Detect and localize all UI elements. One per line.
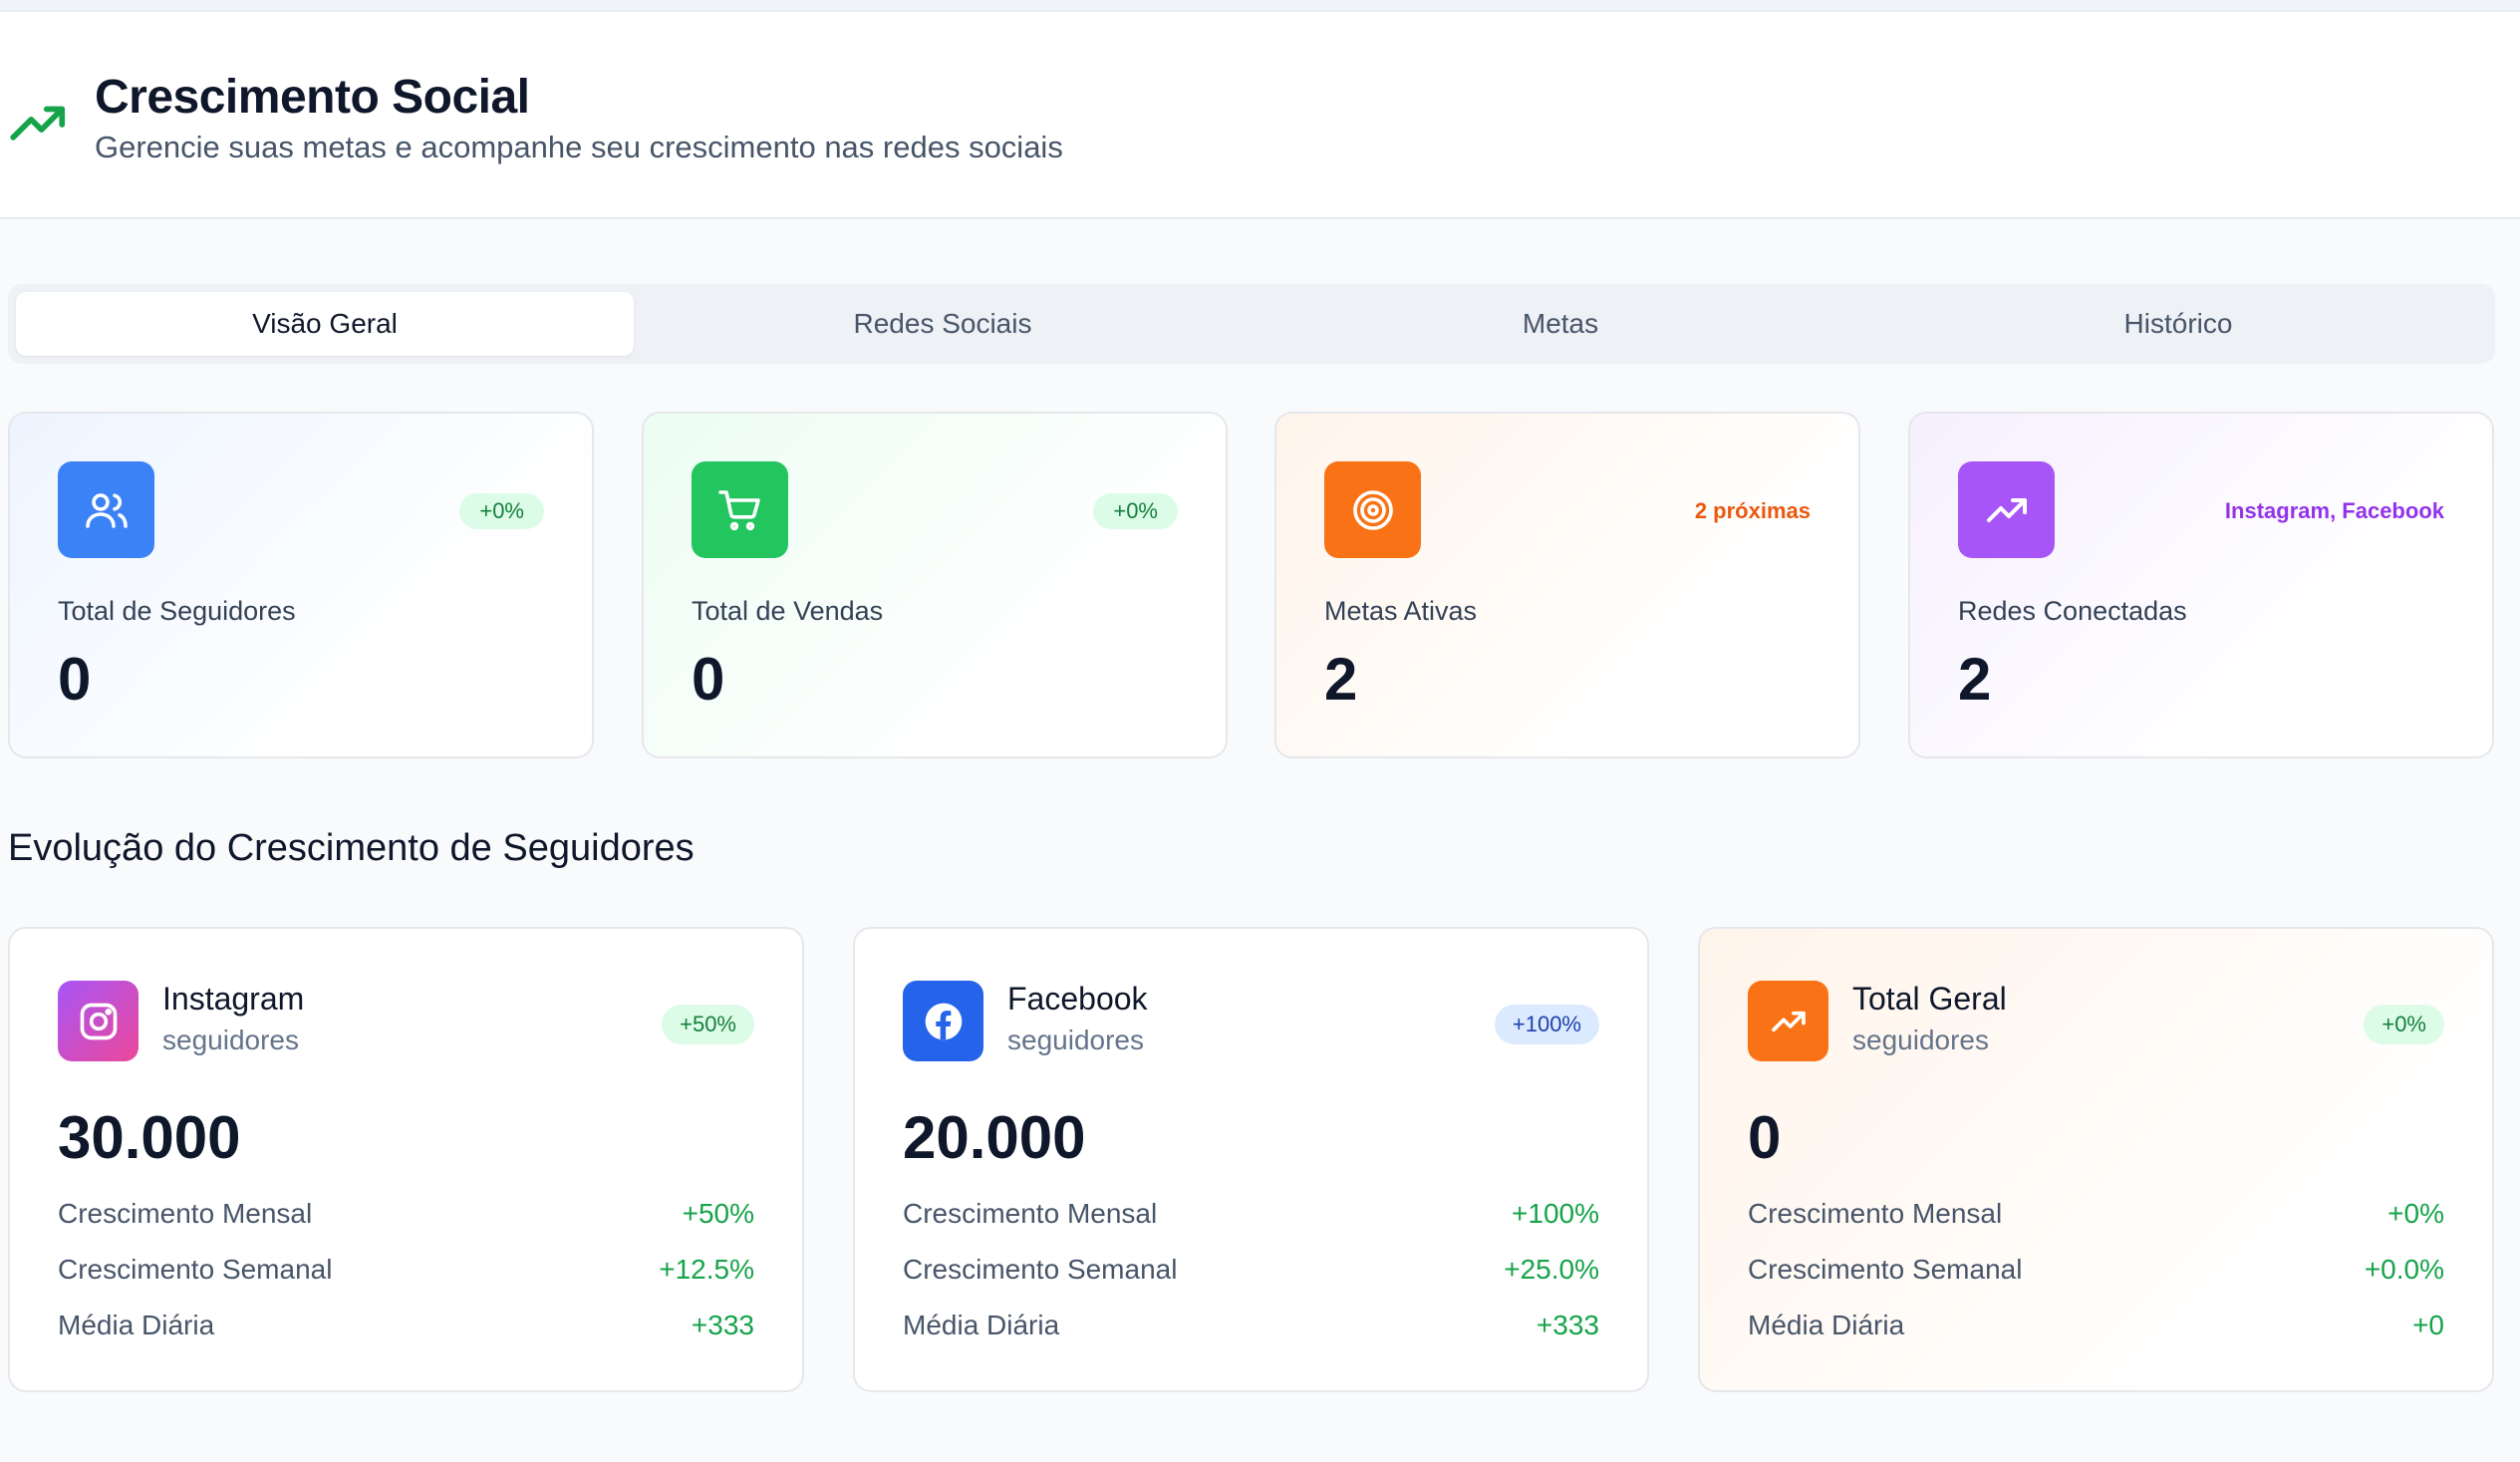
row-label: Crescimento Mensal <box>903 1198 1158 1229</box>
stat-card-goals: 2 próximas Metas Ativas 2 <box>1274 412 1860 758</box>
users-icon <box>85 492 128 528</box>
row-value: +12.5% <box>659 1254 754 1285</box>
network-card-total: Total Geral seguidores +0% 0 Crescimento… <box>1698 927 2494 1392</box>
network-change-badge: +0% <box>2364 1005 2444 1044</box>
followers-icon-box <box>58 461 154 558</box>
network-unit: seguidores <box>162 1024 299 1055</box>
networks-list-text: Instagram, Facebook <box>2224 498 2444 523</box>
cart-icon <box>717 489 760 530</box>
network-name: Instagram <box>162 981 305 1017</box>
total-logo <box>1748 981 1828 1061</box>
goals-icon-box <box>1324 461 1421 558</box>
row-label: Média Diária <box>1748 1310 1905 1340</box>
network-change-badge: +100% <box>1494 1005 1599 1044</box>
sales-icon-box <box>692 461 788 558</box>
sales-label: Total de Vendas <box>692 596 884 626</box>
page-header: Crescimento Social Gerencie suas metas e… <box>0 12 2520 219</box>
tab-bar: Visão Geral Redes Sociais Metas Históric… <box>8 284 2495 364</box>
monthly-growth-row: Crescimento Mensal +0% <box>1748 1198 2444 1230</box>
weekly-growth-row: Crescimento Semanal +0.0% <box>1748 1254 2444 1286</box>
network-followers-value: 0 <box>1748 1104 1782 1171</box>
followers-change-badge: +0% <box>459 493 544 529</box>
networks-icon-box <box>1958 461 2055 558</box>
stat-card-networks: Instagram, Facebook Redes Conectadas 2 <box>1908 412 2494 758</box>
networks-value: 2 <box>1958 646 1992 713</box>
monthly-growth-row: Crescimento Mensal +50% <box>58 1198 754 1230</box>
instagram-logo <box>58 981 139 1061</box>
section-title: Evolução do Crescimento de Seguidores <box>8 827 695 869</box>
daily-average-row: Média Diária +333 <box>903 1310 1599 1341</box>
stat-card-sales: +0% Total de Vendas 0 <box>642 412 1228 758</box>
row-value: +100% <box>1512 1198 1599 1229</box>
followers-value: 0 <box>58 646 92 713</box>
tab-visao-geral[interactable]: Visão Geral <box>16 292 634 356</box>
monthly-growth-row: Crescimento Mensal +100% <box>903 1198 1599 1230</box>
tab-historico[interactable]: Histórico <box>1869 292 2487 356</box>
network-card-facebook: Facebook seguidores +100% 20.000 Crescim… <box>853 927 1649 1392</box>
network-name: Facebook <box>1007 981 1148 1017</box>
row-label: Crescimento Semanal <box>58 1254 333 1285</box>
network-card-instagram: Instagram seguidores +50% 30.000 Crescim… <box>8 927 804 1392</box>
goals-value: 2 <box>1324 646 1358 713</box>
row-value: +0.0% <box>2364 1254 2444 1285</box>
sales-value: 0 <box>692 646 725 713</box>
row-value: +50% <box>682 1198 754 1229</box>
row-label: Média Diária <box>903 1310 1060 1340</box>
row-label: Crescimento Semanal <box>903 1254 1178 1285</box>
trending-up-icon <box>10 106 66 141</box>
row-label: Crescimento Semanal <box>1748 1254 2023 1285</box>
row-value: +333 <box>691 1310 754 1340</box>
row-value: +0 <box>2412 1310 2444 1340</box>
network-unit: seguidores <box>1852 1024 1989 1055</box>
network-name: Total Geral <box>1852 981 2007 1017</box>
row-label: Crescimento Mensal <box>58 1198 313 1229</box>
row-value: +0% <box>2387 1198 2444 1229</box>
network-change-badge: +50% <box>662 1005 754 1044</box>
sales-change-badge: +0% <box>1093 493 1178 529</box>
network-unit: seguidores <box>1007 1024 1144 1055</box>
tab-metas[interactable]: Metas <box>1252 292 1869 356</box>
daily-average-row: Média Diária +0 <box>1748 1310 2444 1341</box>
weekly-growth-row: Crescimento Semanal +12.5% <box>58 1254 754 1286</box>
tab-redes-sociais[interactable]: Redes Sociais <box>634 292 1252 356</box>
facebook-icon <box>925 1003 962 1039</box>
stat-card-followers: +0% Total de Seguidores 0 <box>8 412 594 758</box>
trending-up-icon <box>1986 497 2027 522</box>
page-subtitle: Gerencie suas metas e acompanhe seu cres… <box>95 130 1063 164</box>
goals-label: Metas Ativas <box>1324 596 1478 626</box>
row-value: +333 <box>1536 1310 1599 1340</box>
trending-up-icon <box>1771 1011 1806 1031</box>
followers-label: Total de Seguidores <box>58 596 296 626</box>
row-label: Crescimento Mensal <box>1748 1198 2003 1229</box>
goals-upcoming-text: 2 próximas <box>1694 498 1811 523</box>
networks-label: Redes Conectadas <box>1958 596 2187 626</box>
row-value: +25.0% <box>1504 1254 1599 1285</box>
top-border <box>0 0 2520 12</box>
network-followers-value: 30.000 <box>58 1104 241 1171</box>
instagram-icon <box>80 1003 117 1039</box>
target-icon <box>1352 489 1393 530</box>
weekly-growth-row: Crescimento Semanal +25.0% <box>903 1254 1599 1286</box>
facebook-logo <box>903 981 983 1061</box>
page-title: Crescimento Social <box>95 71 530 124</box>
daily-average-row: Média Diária +333 <box>58 1310 754 1341</box>
row-label: Média Diária <box>58 1310 215 1340</box>
network-followers-value: 20.000 <box>903 1104 1086 1171</box>
